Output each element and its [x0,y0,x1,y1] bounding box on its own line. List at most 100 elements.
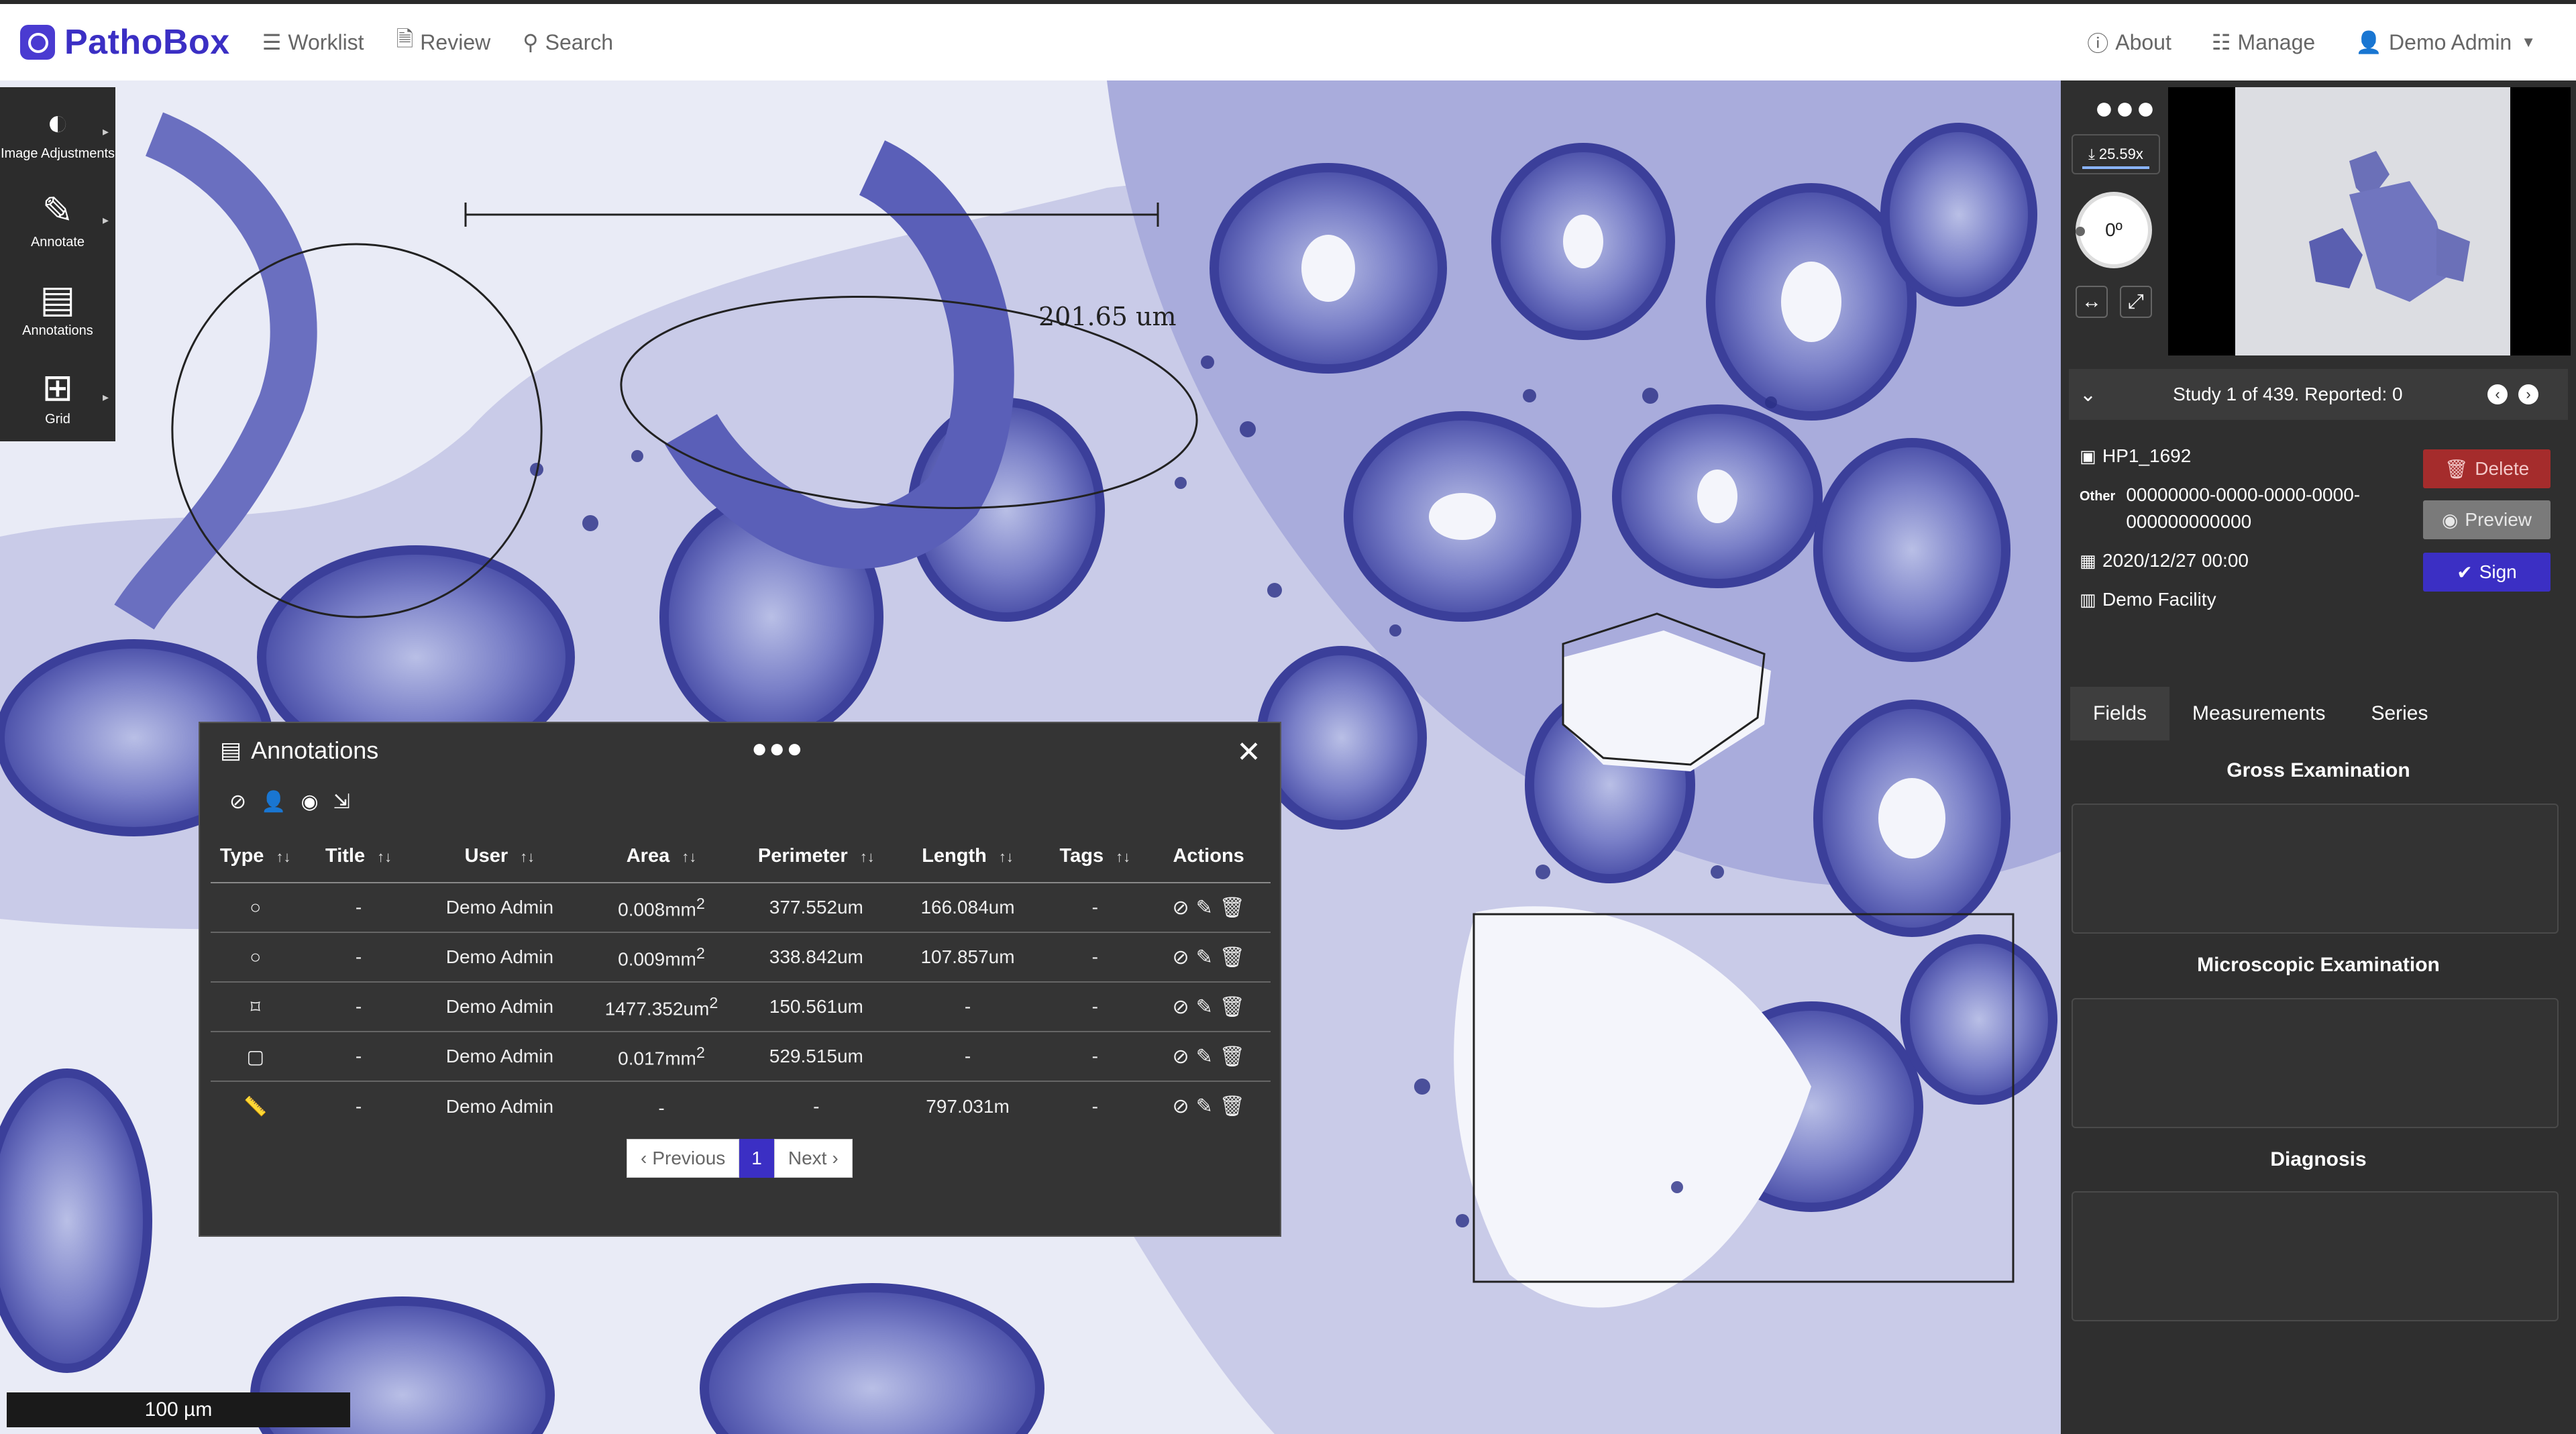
trash-icon[interactable]: 🗑 [1220,946,1245,969]
area-value: 0.008mm [618,899,696,920]
annotations-table: Type ↑↓ Title ↑↓ User ↑↓ Area ↑↓ Perimeter ↑↓… [211,830,1271,1131]
flip-horizontal-icon[interactable]: ↔ [2076,286,2108,318]
case-date: 2020/12/27 00:00 [2102,550,2249,571]
table-row[interactable]: ▢ - Demo Admin 0.017mm2 529.515um - - ⊘ ✎… [211,1032,1271,1082]
tool-annotate[interactable]: ✎ Annotate ▸ [0,176,115,264]
calendar-icon: ▦ [2080,551,2096,571]
nav-about[interactable]: ⓘ About [2087,27,2171,58]
nav-manage-label: Manage [2237,30,2316,54]
show-all-icon[interactable]: ◉ [301,790,319,814]
hide-icon[interactable]: ⊘ [1172,946,1189,969]
trash-icon[interactable]: 🗑 [1220,1095,1245,1118]
sort-icon[interactable]: ↑↓ [520,848,535,865]
edit-icon[interactable]: ✎ [1196,995,1213,1019]
col-perimeter[interactable]: Perimeter ↑↓ [740,830,892,883]
hide-icon[interactable]: ⊘ [1172,995,1189,1019]
tasks-icon: ☷ [2211,30,2231,54]
preview-button[interactable]: ◉ Preview [2423,500,2551,539]
zoom-indicator[interactable]: ⤓ 25.59x [2072,134,2160,174]
brand[interactable]: PathoBox [20,22,230,62]
cell-title: - [300,932,417,983]
nav-review[interactable]: 🗎 Review [396,24,491,60]
microscopic-examination-field[interactable] [2072,998,2559,1128]
tool-grid[interactable]: ⊞ Grid ▸ [0,353,115,441]
sort-icon[interactable]: ↑↓ [377,848,392,865]
fullscreen-icon[interactable]: ⤢ [2120,286,2152,318]
nav-worklist[interactable]: ☰ Worklist [262,30,364,55]
previous-button[interactable]: ‹ Previous [627,1139,740,1178]
trash-icon[interactable]: 🗑 [1220,896,1245,920]
cell-actions: ⊘ ✎ 🗑 [1146,982,1271,1032]
edit-icon[interactable]: ✎ [1196,1045,1213,1068]
slide-minimap[interactable] [2168,87,2571,355]
rotation-dial[interactable]: 0º [2076,192,2152,268]
more-icon[interactable]: ●●● [2094,90,2157,127]
chevron-left-icon: ‹ [641,1148,647,1168]
gross-examination-field[interactable] [2072,804,2559,934]
col-area[interactable]: Area ↑↓ [582,830,741,883]
table-row[interactable]: ○ - Demo Admin 0.008mm2 377.552um 166.08… [211,883,1271,933]
next-button[interactable]: Next › [773,1139,853,1178]
nav-manage[interactable]: ☷ Manage [2212,30,2315,55]
minimap-thumbnail [2235,87,2510,355]
drag-handle-icon[interactable]: ●●● [751,734,804,764]
trash-icon[interactable]: 🗑 [1220,1045,1245,1068]
sign-button[interactable]: ✔ Sign [2423,553,2551,592]
diagnosis-field[interactable] [2072,1191,2559,1321]
annotations-header[interactable]: ▤ Annotations ●●● ✕ [200,723,1280,778]
sort-icon[interactable]: ↑↓ [682,848,696,865]
page-1-button[interactable]: 1 [739,1139,774,1178]
hide-icon[interactable]: ⊘ [1172,1045,1189,1068]
previous-study-icon[interactable]: ‹ [2487,384,2508,404]
table-row[interactable]: ○ - Demo Admin 0.009mm2 338.842um 107.85… [211,932,1271,983]
sort-icon[interactable]: ↑↓ [276,848,290,865]
cell-user: Demo Admin [445,1095,554,1117]
table-row[interactable]: 📏 - Demo Admin - - 797.031m - ⊘ ✎ 🗑 [211,1081,1271,1131]
cell-length: - [892,982,1044,1032]
tool-image-adjustments[interactable]: ◐ Image Adjustments ▸ [0,87,115,176]
cell-actions: ⊘ ✎ 🗑 [1146,932,1271,983]
nav-review-label: Review [420,30,491,54]
tool-label: Image Adjustments [0,146,115,161]
ruler-icon: 📏 [244,1096,268,1117]
col-user[interactable]: User ↑↓ [417,830,582,883]
col-title[interactable]: Title ↑↓ [300,830,417,883]
edit-icon[interactable]: ✎ [1196,946,1213,969]
viewer-controls: ●●● ⤓ 25.59x 0º ↔ ⤢ [2061,80,2168,362]
logo-icon [20,25,55,60]
delete-button[interactable]: 🗑 Delete [2423,449,2551,488]
user-filter-icon[interactable]: 👤 [261,790,286,814]
trash-icon[interactable]: 🗑 [1220,995,1245,1019]
hide-icon[interactable]: ⊘ [1172,896,1189,920]
sort-icon[interactable]: ↑↓ [999,848,1014,865]
tab-series[interactable]: Series [2348,687,2451,740]
cell-title: - [300,883,417,933]
info-icon: ⓘ [2087,32,2109,56]
hide-icon[interactable]: ⊘ [1172,1095,1189,1118]
sort-icon[interactable]: ↑↓ [1116,848,1130,865]
caret-down-icon: ▼ [2521,34,2536,50]
col-type[interactable]: Type ↑↓ [211,830,301,883]
tab-measurements[interactable]: Measurements [2169,687,2348,740]
nav-search[interactable]: ⚲ Search [523,30,613,55]
user-menu[interactable]: 👤 Demo Admin ▼ [2355,30,2542,55]
tool-annotations[interactable]: ▤ Annotations [0,264,115,353]
col-length[interactable]: Length ↑↓ [892,830,1044,883]
cell-area: 0.009mm2 [582,932,741,983]
next-study-icon[interactable]: › [2518,384,2538,404]
col-tags[interactable]: Tags ↑↓ [1043,830,1147,883]
case-uid: 00000000-0000-0000-0000-000000000000 [2126,484,2361,532]
table-row[interactable]: ⌑ - Demo Admin 1477.352um2 150.561um - -… [211,982,1271,1032]
hide-all-icon[interactable]: ⊘ [229,790,246,814]
chevron-right-icon: › [832,1148,839,1168]
edit-icon[interactable]: ✎ [1196,896,1213,920]
annotations-tools: ⊘ 👤 ◉ ⇲ [200,778,1280,825]
chevron-down-icon[interactable]: ⌄ [2080,383,2096,406]
cell-user: Demo Admin [417,1032,582,1082]
export-icon[interactable]: ⇲ [333,790,350,814]
close-icon[interactable]: ✕ [1236,735,1261,769]
tab-fields[interactable]: Fields [2070,687,2170,740]
area-exponent: 2 [696,1043,705,1061]
edit-icon[interactable]: ✎ [1196,1095,1213,1118]
sort-icon[interactable]: ↑↓ [860,848,875,865]
